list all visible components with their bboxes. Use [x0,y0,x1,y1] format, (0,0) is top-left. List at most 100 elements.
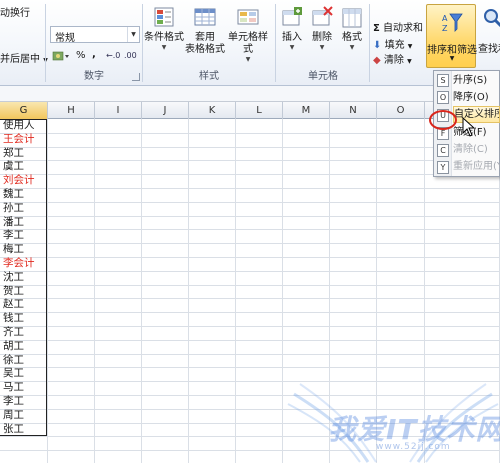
sort-filter-label: 排序和筛选 [427,45,477,56]
group-label-number: 数字 [84,71,104,82]
sigma-icon: Σ [373,23,380,34]
gridline [0,160,500,161]
format-cells-icon [342,8,362,28]
column-header-n[interactable]: N [330,102,377,119]
comma-button[interactable]: , [92,49,96,60]
chevron-down-icon: ▼ [127,27,139,42]
gridline [141,119,142,463]
delete-label: 删除 [312,32,332,43]
gridline [0,285,500,286]
menu-item-clear[interactable]: 清除(C) [453,141,500,158]
gridline [0,298,500,299]
format-label: 格式 [342,32,362,43]
gridline [0,257,500,258]
conditional-format-icon [154,7,174,27]
dialog-launcher-icon[interactable] [132,73,140,81]
gridline [0,188,500,189]
currency-button[interactable] [52,50,72,62]
sort-filter-button[interactable]: A Z 排序和筛选 ▼ [426,4,477,68]
fill-label: 填充 [384,40,405,51]
column-header-o[interactable]: O [377,102,425,119]
gridline [0,312,500,313]
format-as-table-button[interactable]: 套用 表格格式 [184,6,226,56]
fill-button[interactable]: ⬇ 填充 ▼ [373,36,412,51]
gridline [0,216,500,217]
number-format-value: 常规 [55,33,75,44]
clear-button[interactable]: ◆ 清除 ▼ [373,51,412,66]
formula-bar[interactable] [0,86,500,102]
insert-label: 插入 [282,32,302,43]
gridline [0,354,500,355]
column-header-l[interactable]: L [236,102,283,119]
watermark-url: www.52ij.com [376,442,451,452]
custom-sort-label: 自定义排序( [454,109,499,120]
gridline [0,367,500,368]
group-label-styles: 样式 [199,71,219,82]
cell-styles-icon [237,9,259,25]
sort-descending-label: 降序(O) [453,92,489,103]
decrease-decimal-button[interactable]: .00 [124,51,137,60]
separator [45,4,46,82]
format-button[interactable]: 格式 ▼ [337,6,367,52]
gridline [47,119,48,463]
insert-cells-icon [282,7,302,26]
cell-styles-label: 单元格样式 [228,32,268,55]
gridline [0,271,500,272]
chevron-down-icon: ▼ [449,55,455,62]
menu-item-sort-ascending[interactable]: 升序(S) [453,72,500,89]
delete-cells-icon [312,6,333,26]
mouse-cursor-icon [462,117,476,137]
column-header-h[interactable]: H [48,102,95,119]
menu-item-custom-sort[interactable]: 自定义排序( [453,106,500,123]
percent-button[interactable]: % [76,50,86,61]
column-header-g[interactable]: G [0,102,48,119]
separator [369,4,370,82]
find-select-button[interactable]: 查找和 [478,6,500,55]
find-select-label: 查找和 [478,44,500,55]
increase-decimal-button[interactable]: ←.0 [106,51,120,60]
insert-button[interactable]: 插入 ▼ [277,6,307,52]
gridline [0,243,500,244]
autosum-label: 自动求和 [383,23,424,34]
gridline [94,119,95,463]
chevron-down-icon: ▼ [161,44,167,51]
merge-center-button[interactable]: 并后居中 ▼ [0,50,48,65]
gridline [0,229,500,230]
gridline [282,119,283,463]
menu-item-sort-descending[interactable]: 降序(O) [453,89,500,106]
gridline [0,340,500,341]
merge-center-label: 并后居中 [0,54,40,65]
chevron-down-icon: ▼ [407,58,412,65]
column-header-i[interactable]: I [95,102,142,119]
chevron-down-icon: ▼ [407,43,413,50]
delete-button[interactable]: 删除 ▼ [307,6,337,52]
table-format-label-1: 套用 [195,32,215,43]
menu-item-filter[interactable]: 筛选(F) [453,124,500,141]
column-header-j[interactable]: J [142,102,189,119]
cell-styles-button[interactable]: 单元格样式 ▼ [224,6,272,64]
keytip-s: S [437,74,449,87]
chevron-down-icon: ▼ [319,44,325,51]
gridline [0,174,500,175]
clear-filter-label: 清除(C) [453,144,488,155]
ribbon: 动换行 并后居中 ▼ 常规 ▼ % , ←.0 .00 数字 [0,0,500,86]
chevron-down-icon: ▼ [349,44,355,51]
column-header-row: GHIJKLMNOP [0,102,500,119]
wrap-text-button[interactable]: 动换行 [0,4,30,19]
chevron-down-icon: ▼ [289,44,295,51]
comma-label: , [92,49,96,60]
clear-label: 清除 [383,55,404,66]
gridline [235,119,236,463]
column-header-k[interactable]: K [189,102,236,119]
svg-text:A: A [442,14,448,23]
column-header-m[interactable]: M [283,102,330,119]
sort-filter-icon: A Z [442,13,463,33]
conditional-format-button[interactable]: 条件格式 ▼ [144,6,184,52]
gridline [188,119,189,463]
number-format-select[interactable]: 常规 ▼ [50,26,140,44]
separator [275,4,276,82]
separator [142,4,143,82]
menu-item-reapply[interactable]: 重新应用(Y) [453,158,500,175]
autosum-button[interactable]: Σ 自动求和 ▼ [373,19,431,34]
currency-icon [52,51,69,61]
